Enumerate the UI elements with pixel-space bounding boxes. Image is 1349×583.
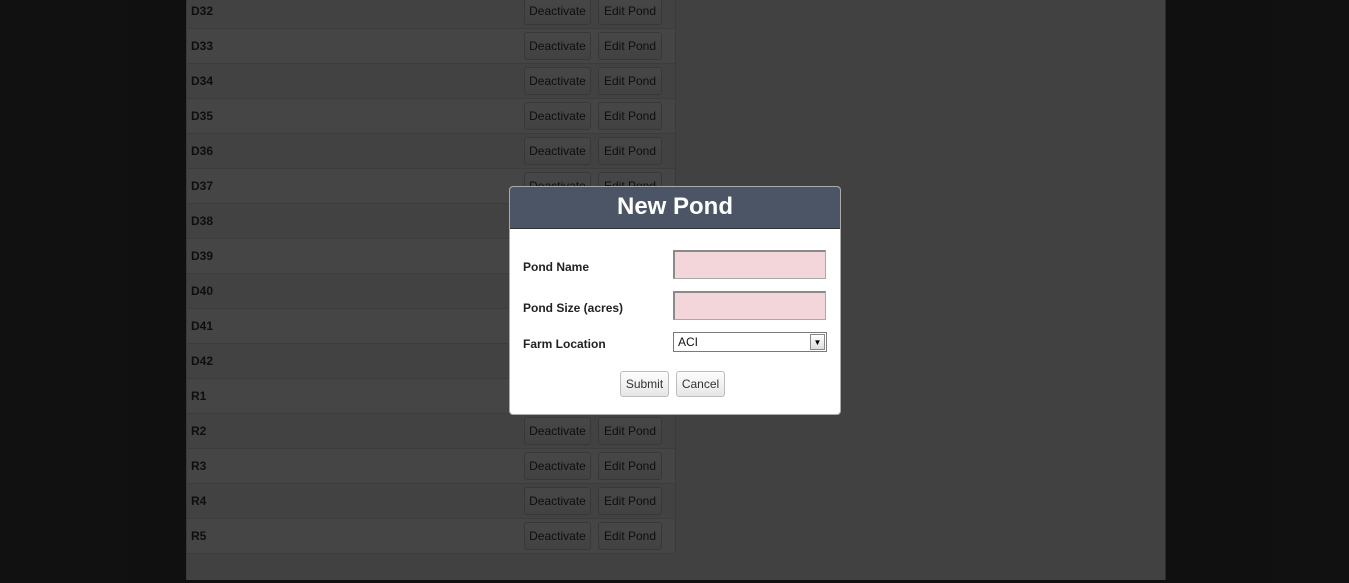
cancel-button[interactable]: Cancel [676,371,725,397]
pond-name-input[interactable] [673,250,826,279]
chevron-down-icon[interactable]: ▼ [810,334,825,350]
farm-location-select[interactable]: ACI ▼ [673,332,827,352]
pond-size-label: Pond Size (acres) [523,301,624,315]
farm-location-label: Farm Location [523,337,606,351]
new-pond-dialog: New Pond Pond Name Pond Size (acres) Far… [509,186,841,415]
farm-location-value: ACI [678,335,699,349]
submit-button[interactable]: Submit [620,371,669,397]
pond-name-label: Pond Name [523,260,590,274]
dialog-title: New Pond [510,187,840,229]
pond-size-input[interactable] [673,291,826,320]
